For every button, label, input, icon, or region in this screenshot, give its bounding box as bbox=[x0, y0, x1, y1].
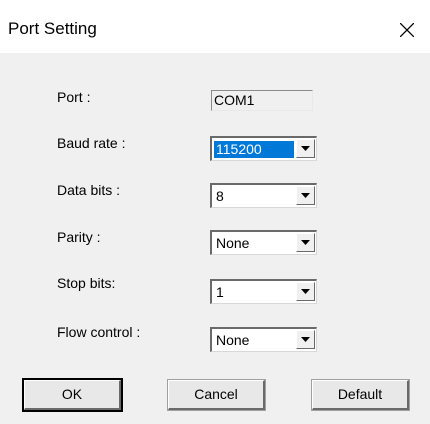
data-bits-dropdown-button[interactable] bbox=[296, 186, 315, 205]
parity-label: Parity : bbox=[57, 229, 101, 245]
chevron-down-icon bbox=[301, 240, 310, 245]
titlebar: Port Setting bbox=[0, 7, 430, 53]
port-label: Port : bbox=[57, 89, 91, 105]
default-button[interactable]: Default bbox=[311, 379, 410, 411]
ok-button[interactable]: OK bbox=[22, 378, 123, 412]
data-bits-value: 8 bbox=[216, 188, 224, 204]
stop-bits-value: 1 bbox=[216, 284, 224, 300]
chevron-down-icon bbox=[301, 146, 310, 151]
dialog-title: Port Setting bbox=[8, 19, 97, 38]
port-setting-dialog: Port Setting Port : COM1 Baud rate : 115… bbox=[0, 7, 430, 424]
close-button[interactable] bbox=[384, 7, 430, 53]
baud-rate-select[interactable]: 115200 bbox=[210, 136, 317, 161]
parity-value: None bbox=[216, 235, 250, 251]
baud-rate-value: 115200 bbox=[214, 141, 294, 158]
flow-control-label: Flow control : bbox=[57, 324, 141, 340]
chevron-down-icon bbox=[301, 289, 310, 294]
chevron-down-icon bbox=[301, 337, 310, 342]
stop-bits-dropdown-button[interactable] bbox=[296, 282, 315, 301]
data-bits-select[interactable]: 8 bbox=[210, 183, 317, 208]
chevron-down-icon bbox=[301, 193, 310, 198]
flow-control-select[interactable]: None bbox=[210, 327, 317, 352]
baud-rate-label: Baud rate : bbox=[57, 135, 126, 151]
parity-select[interactable]: None bbox=[210, 230, 317, 255]
parity-dropdown-button[interactable] bbox=[296, 233, 315, 252]
baud-rate-dropdown-button[interactable] bbox=[296, 139, 315, 158]
port-field: COM1 bbox=[211, 90, 313, 111]
data-bits-label: Data bits : bbox=[57, 182, 121, 198]
stop-bits-label: Stop bits: bbox=[57, 275, 116, 291]
close-icon bbox=[400, 23, 414, 37]
flow-control-dropdown-button[interactable] bbox=[296, 330, 315, 349]
background-app-strip bbox=[0, 0, 430, 7]
flow-control-value: None bbox=[216, 332, 250, 348]
stop-bits-select[interactable]: 1 bbox=[210, 279, 317, 304]
cancel-button[interactable]: Cancel bbox=[167, 379, 266, 411]
